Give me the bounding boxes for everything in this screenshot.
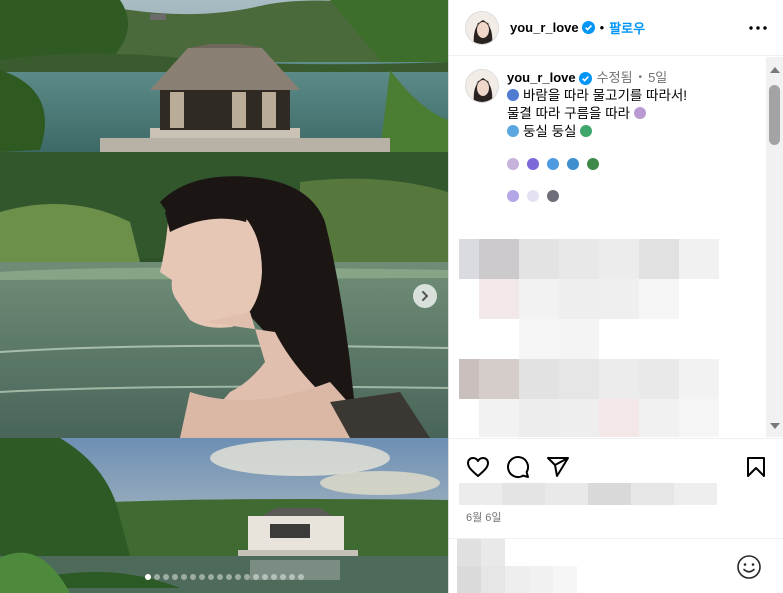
photo-pavilion — [0, 0, 448, 152]
more-options-button[interactable] — [748, 18, 768, 38]
caption-line-1: 바람을 따라 물고기를 따라서! — [523, 88, 688, 103]
save-bookmark-icon — [747, 457, 765, 477]
avatar[interactable] — [465, 10, 499, 45]
carousel-dot — [162, 574, 169, 580]
whale-emoji-icon — [507, 125, 519, 137]
comment-input-blurred[interactable] — [457, 539, 597, 593]
blurred-comments — [459, 239, 759, 437]
likes-count-blurred — [459, 483, 717, 505]
carousel-dot — [288, 574, 295, 580]
chevron-right-icon — [422, 291, 429, 301]
dinosaur-emoji-icon — [580, 125, 593, 137]
scroll-down-arrow-icon[interactable] — [770, 423, 780, 429]
caption-username[interactable]: you_r_love — [507, 69, 576, 87]
emoji-picker-button[interactable] — [736, 554, 762, 580]
emoji-line-1 — [507, 155, 687, 173]
post-age[interactable]: 5일 — [648, 69, 667, 87]
username[interactable]: you_r_love — [510, 20, 579, 35]
photo-villa — [0, 438, 448, 593]
carousel-dot — [279, 574, 286, 580]
carousel-dot — [207, 574, 214, 580]
comments-scrollbar[interactable] — [766, 57, 783, 437]
scroll-up-arrow-icon[interactable] — [770, 67, 780, 73]
whale-emoji-icon — [547, 158, 559, 170]
jellyfish-emoji-icon — [527, 158, 539, 170]
shell-emoji-icon — [634, 107, 647, 119]
turtle-emoji-icon — [587, 158, 599, 170]
scrollbar-thumb[interactable] — [769, 85, 780, 145]
share-icon — [547, 457, 569, 477]
carousel-dot — [261, 574, 268, 580]
share-button[interactable] — [545, 454, 571, 480]
next-slide-button[interactable] — [413, 284, 437, 308]
post-details-panel: you_r_love • 팔로우 you_r_love 수정됨 • 5일 바람을… — [448, 0, 783, 593]
comment-button[interactable] — [505, 454, 531, 480]
carousel-indicator — [0, 574, 448, 580]
post-date[interactable]: 6월 6일 — [466, 509, 502, 525]
like-button[interactable] — [465, 454, 491, 480]
separator-dot: • — [599, 20, 605, 35]
caption: you_r_love 수정됨 • 5일 바람을 따라 물고기를 따라서! 물결 … — [465, 69, 755, 205]
carousel-dot — [180, 574, 187, 580]
carousel-dot — [189, 574, 196, 580]
carousel-dot — [171, 574, 178, 580]
carousel-dot — [243, 574, 250, 580]
verified-badge-icon — [581, 21, 595, 34]
emoji-smile-icon — [737, 555, 761, 579]
carousel-dot — [234, 574, 241, 580]
comments-section[interactable]: you_r_love 수정됨 • 5일 바람을 따라 물고기를 따라서! 물결 … — [449, 57, 783, 437]
carousel-dot — [297, 574, 304, 580]
emoji-line-2 — [507, 187, 687, 205]
carousel-dot — [198, 574, 205, 580]
carousel-dot — [144, 574, 151, 580]
carousel-dot — [216, 574, 223, 580]
save-button[interactable] — [743, 454, 769, 480]
post-actions: 6월 6일 — [449, 438, 783, 538]
photo-portrait — [0, 152, 448, 438]
meta-separator: • — [638, 72, 643, 83]
carousel-dot — [225, 574, 232, 580]
caption-line-3: 둥실 둥실 — [523, 124, 577, 139]
globe-emoji-icon — [507, 89, 519, 101]
follow-button[interactable]: 팔로우 — [609, 18, 645, 37]
comment-icon — [507, 456, 530, 479]
edited-label: 수정됨 — [596, 70, 633, 85]
like-heart-icon — [467, 457, 489, 477]
caption-avatar[interactable] — [465, 69, 499, 103]
dolphin-emoji-icon — [567, 158, 579, 170]
add-comment-bar[interactable] — [449, 538, 783, 593]
carousel-dot — [270, 574, 277, 580]
carousel-dot — [153, 574, 160, 580]
verified-badge-icon — [578, 71, 592, 85]
cloud-emoji-icon — [527, 190, 539, 202]
post-media[interactable] — [0, 0, 448, 593]
more-options-icon — [749, 26, 767, 30]
bubbles-emoji-icon — [507, 190, 519, 202]
post-header: you_r_love • 팔로우 — [449, 0, 783, 56]
shell-emoji-icon — [507, 158, 519, 170]
eyes-emoji-icon — [547, 190, 559, 202]
caption-line-2: 물결 따라 구름을 따라 — [507, 106, 631, 121]
carousel-dot — [252, 574, 259, 580]
